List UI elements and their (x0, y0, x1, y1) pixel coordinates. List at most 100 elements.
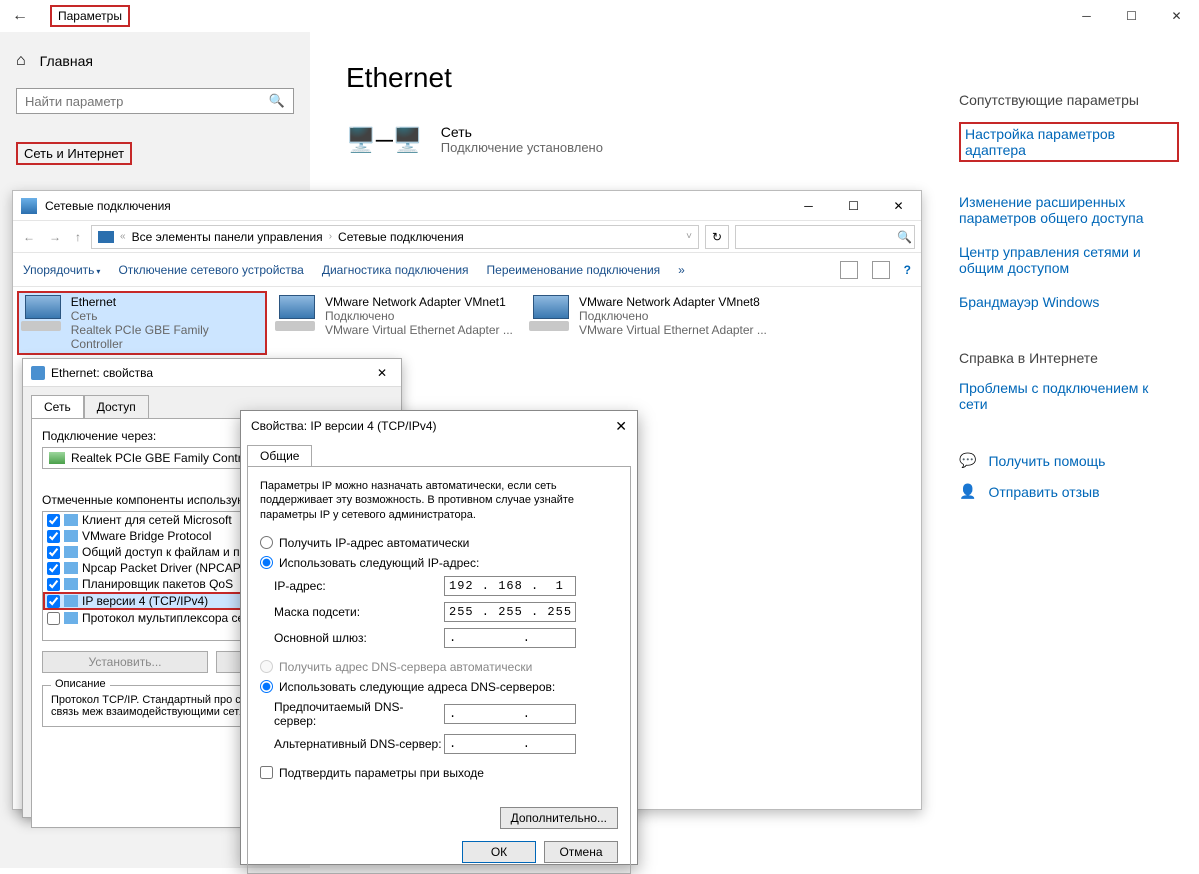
search-box[interactable]: 🔍 (16, 88, 294, 114)
adapter-status: Сеть (71, 309, 263, 323)
adapter-item-ethernet[interactable]: Ethernet Сеть Realtek PCIe GBE Family Co… (17, 291, 267, 355)
ipv4-titlebar: Свойства: IP версии 4 (TCP/IPv4) ✕ (241, 411, 637, 441)
nc-search-box[interactable]: 🔍 (735, 225, 915, 249)
component-checkbox[interactable] (47, 562, 60, 575)
confirm-on-exit[interactable]: Подтвердить параметры при выходе (260, 766, 618, 780)
component-icon (64, 530, 78, 542)
nc-window-title: Сетевые подключения (45, 199, 171, 213)
cancel-button[interactable]: Отмена (544, 841, 618, 863)
link-connection-problems[interactable]: Проблемы с подключением к сети (959, 380, 1179, 412)
radio-manual-dns[interactable]: Использовать следующие адреса DNS-сервер… (260, 680, 618, 694)
sidebar-home[interactable]: ⌂ Главная (16, 52, 294, 70)
close-button[interactable]: ✕ (1154, 0, 1199, 32)
gateway-label: Основной шлюз: (274, 631, 444, 645)
search-input[interactable] (25, 94, 269, 109)
component-checkbox[interactable] (47, 578, 60, 591)
breadcrumb-leaf[interactable]: Сетевые подключения (338, 230, 464, 244)
preview-pane-button[interactable] (872, 261, 890, 279)
nav-forward-button[interactable]: → (45, 230, 65, 244)
ipv4-close-button[interactable]: ✕ (615, 418, 627, 435)
search-icon: 🔍 (897, 230, 912, 244)
breadcrumb[interactable]: « Все элементы панели управления › Сетев… (91, 225, 699, 249)
adapter-item-vmnet8[interactable]: VMware Network Adapter VMnet8 Подключено… (525, 291, 775, 355)
adapter-name: VMware Network Adapter VMnet1 (325, 295, 513, 309)
home-icon: ⌂ (16, 52, 26, 70)
dns-fields: Предпочитаемый DNS-сервер: Альтернативны… (274, 700, 618, 754)
ipv4-tabs: Общие (241, 441, 637, 466)
component-checkbox[interactable] (47, 514, 60, 527)
tab-network[interactable]: Сеть (31, 395, 84, 418)
component-checkbox[interactable] (47, 530, 60, 543)
dns1-label: Предпочитаемый DNS-сервер: (274, 700, 444, 728)
chevron-down-icon[interactable]: ˅ (686, 231, 692, 242)
gateway-input[interactable] (444, 628, 576, 648)
nc-toolbar: Упорядочить▾ Отключение сетевого устройс… (13, 253, 921, 287)
ipv4-description: Параметры IP можно назначать автоматичес… (260, 479, 618, 522)
dns2-input[interactable] (444, 734, 576, 754)
component-icon (64, 562, 78, 574)
link-firewall[interactable]: Брандмауэр Windows (959, 294, 1179, 310)
component-icon (64, 514, 78, 526)
sidebar-category[interactable]: Сеть и Интернет (16, 142, 132, 165)
radio-manual-ip[interactable]: Использовать следующий IP-адрес: (260, 556, 618, 570)
nc-maximize-button[interactable]: ☐ (831, 191, 876, 221)
tab-general[interactable]: Общие (247, 445, 312, 466)
toolbar-rename[interactable]: Переименование подключения (487, 263, 661, 277)
toolbar-diagnose[interactable]: Диагностика подключения (322, 263, 469, 277)
radio-auto-dns[interactable]: Получить адрес DNS-сервера автоматически (260, 660, 618, 674)
link-sharing-settings[interactable]: Изменение расширенных параметров общего … (959, 194, 1179, 226)
advanced-button[interactable]: Дополнительно... (500, 807, 618, 829)
radio-manual-dns-input[interactable] (260, 680, 273, 693)
feedback-row[interactable]: 👤 Отправить отзыв (959, 483, 1179, 500)
adapter-icon (275, 295, 317, 333)
nc-minimize-button[interactable]: ─ (786, 191, 831, 221)
toolbar-more[interactable]: » (678, 263, 685, 277)
link-network-center[interactable]: Центр управления сетями и общим доступом (959, 244, 1179, 276)
refresh-button[interactable]: ↻ (705, 225, 729, 249)
radio-auto-ip-input[interactable] (260, 536, 273, 549)
view-options-button[interactable] (840, 261, 858, 279)
component-icon (64, 595, 78, 607)
nav-up-button[interactable]: ↑ (71, 230, 85, 244)
toolbar-organize[interactable]: Упорядочить▾ (23, 263, 100, 277)
props-close-button[interactable]: ✕ (371, 366, 393, 380)
tab-access[interactable]: Доступ (84, 395, 149, 418)
related-heading: Сопутствующие параметры (959, 92, 1179, 108)
get-help-row[interactable]: 💬 Получить помощь (959, 452, 1179, 469)
mask-input[interactable] (444, 602, 576, 622)
link-adapter-settings[interactable]: Настройка параметров адаптера (959, 122, 1179, 162)
help-button[interactable]: ? (904, 263, 911, 277)
ip-input[interactable] (444, 576, 576, 596)
nic-icon (49, 452, 65, 464)
nav-back-button[interactable]: ← (19, 230, 39, 244)
breadcrumb-root[interactable]: Все элементы панели управления (132, 230, 323, 244)
adapter-device: Realtek PCIe GBE Family Controller (71, 323, 263, 351)
minimize-button[interactable]: ─ (1064, 0, 1109, 32)
chat-icon: 💬 (959, 452, 976, 469)
dns2-label: Альтернативный DNS-сервер: (274, 737, 444, 751)
dns1-input[interactable] (444, 704, 576, 724)
nc-window-controls: ─ ☐ ✕ (786, 191, 921, 221)
nc-navbar: ← → ↑ « Все элементы панели управления ›… (13, 221, 921, 253)
chevron-icon: « (120, 231, 126, 242)
ethernet-icon: 🖥️─🖥️ (346, 126, 423, 155)
adapter-name: Ethernet (71, 295, 263, 309)
nc-search-input[interactable] (742, 230, 897, 244)
ipv4-body: Параметры IP можно назначать автоматичес… (247, 466, 631, 874)
maximize-button[interactable]: ☐ (1109, 0, 1154, 32)
radio-manual-ip-input[interactable] (260, 556, 273, 569)
toolbar-disable[interactable]: Отключение сетевого устройства (118, 263, 303, 277)
back-button[interactable]: ← (0, 7, 40, 25)
install-button[interactable]: Установить... (42, 651, 208, 673)
adapter-status: Подключено (579, 309, 767, 323)
chevron-right-icon: › (329, 231, 332, 242)
network-status-row[interactable]: 🖥️─🖥️ Сеть Подключение установлено (346, 124, 903, 155)
component-checkbox[interactable] (47, 595, 60, 608)
component-checkbox[interactable] (47, 546, 60, 559)
adapter-item-vmnet1[interactable]: VMware Network Adapter VMnet1 Подключено… (271, 291, 521, 355)
nc-close-button[interactable]: ✕ (876, 191, 921, 221)
ok-button[interactable]: ОК (462, 841, 536, 863)
confirm-checkbox[interactable] (260, 766, 273, 779)
component-checkbox[interactable] (47, 612, 60, 625)
radio-auto-ip[interactable]: Получить IP-адрес автоматически (260, 536, 618, 550)
